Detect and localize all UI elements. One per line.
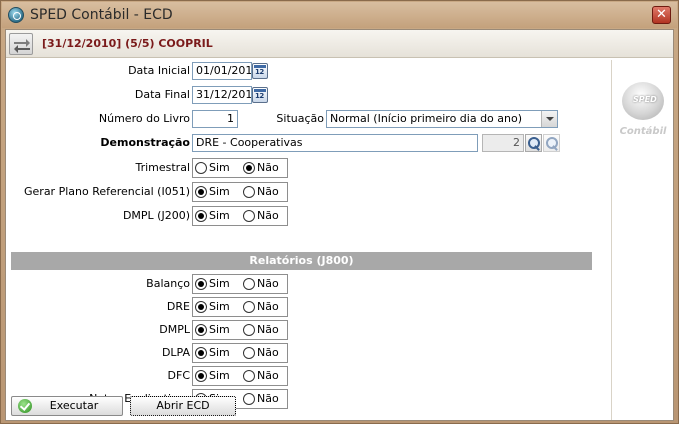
numero-livro-label: Número do Livro <box>98 112 190 125</box>
trimestral-nao-radio[interactable] <box>243 162 255 174</box>
search-icon[interactable] <box>525 134 542 152</box>
sped-logo-text: Contábil <box>619 126 667 137</box>
balanco-label: Balanço <box>146 277 190 290</box>
swap-arrows-icon <box>14 39 30 53</box>
situacao-label: Situação <box>276 112 324 125</box>
dropdown-arrow-icon[interactable] <box>541 111 557 127</box>
header-bar: [31/12/2010] (5/5) COOPRIL <box>6 30 673 58</box>
calendar-icon[interactable]: 12 <box>252 87 268 103</box>
dmpl-nao-radio[interactable] <box>243 324 255 336</box>
radio-label: Não <box>257 300 279 313</box>
notas-explicativas-nao-radio[interactable] <box>243 393 255 405</box>
trimestral-label: Trimestral <box>135 161 190 174</box>
radio-label: Sim <box>209 300 230 313</box>
dmpl-label: DMPL <box>159 323 190 336</box>
dfc-nao-radio[interactable] <box>243 370 255 382</box>
dlpa-radiogroup: Sim Não <box>192 343 288 363</box>
radio-label: Sim <box>209 277 230 290</box>
dialog-client: [31/12/2010] (5/5) COOPRIL Data Inicial … <box>5 29 674 421</box>
title-bar[interactable]: SPED Contábil - ECD ✕ <box>2 2 677 28</box>
calendar-icon[interactable]: 12 <box>252 63 268 79</box>
close-button[interactable]: ✕ <box>652 6 671 24</box>
executar-label: Executar <box>49 399 99 412</box>
calendar-icon-text: 12 <box>255 92 264 100</box>
radio-label: Sim <box>209 369 230 382</box>
data-inicial-input[interactable]: 01/01/2010 <box>192 62 252 80</box>
sped-logo-disc: SPED <box>622 82 664 120</box>
balanco-sim-radio[interactable] <box>195 278 207 290</box>
radio-label: Sim <box>209 161 230 174</box>
sped-logo-badge: SPED <box>633 95 657 104</box>
balanco-radiogroup: Sim Não <box>192 274 288 294</box>
window-title: SPED Contábil - ECD <box>30 7 173 23</box>
radio-label: Não <box>257 392 279 405</box>
trimestral-radiogroup: Sim Não <box>192 158 288 178</box>
dre-sim-radio[interactable] <box>195 301 207 313</box>
dfc-label: DFC <box>167 369 190 382</box>
data-inicial-label: Data Inicial <box>128 64 190 77</box>
numero-livro-input[interactable]: 1 <box>192 110 238 128</box>
dfc-radiogroup: Sim Não <box>192 366 288 386</box>
ecd-form: Data Inicial 01/01/2010 12 Data Final 31… <box>6 60 610 420</box>
plano-referencial-sim-radio[interactable] <box>195 186 207 198</box>
relatorios-section-header: Relatórios (J800) <box>11 252 592 270</box>
radio-label: Não <box>257 323 279 336</box>
dre-label: DRE <box>166 300 190 313</box>
radio-label: Não <box>257 369 279 382</box>
dre-nao-radio[interactable] <box>243 301 255 313</box>
radio-label: Sim <box>209 323 230 336</box>
plano-referencial-nao-radio[interactable] <box>243 186 255 198</box>
dfc-sim-radio[interactable] <box>195 370 207 382</box>
radio-label: Não <box>257 185 279 198</box>
plano-referencial-label: Gerar Plano Referencial (I051) <box>24 185 190 198</box>
radio-label: Não <box>257 161 279 174</box>
period-company-header: [31/12/2010] (5/5) COOPRIL <box>42 37 213 50</box>
calendar-icon-text: 12 <box>255 68 264 76</box>
sped-logo: SPED <box>620 80 668 128</box>
radio-label: Sim <box>209 209 230 222</box>
radio-label: Não <box>257 277 279 290</box>
app-icon <box>8 7 24 23</box>
radio-label: Não <box>257 209 279 222</box>
dlpa-nao-radio[interactable] <box>243 347 255 359</box>
dmpl-j200-label: DMPL (J200) <box>122 209 190 222</box>
plano-referencial-radiogroup: Sim Não <box>192 182 288 202</box>
dlpa-sim-radio[interactable] <box>195 347 207 359</box>
abrir-ecd-button[interactable]: Abrir ECD <box>130 396 236 416</box>
demonstracao-label: Demonstração <box>100 136 190 149</box>
balanco-nao-radio[interactable] <box>243 278 255 290</box>
trimestral-sim-radio[interactable] <box>195 162 207 174</box>
radio-label: Não <box>257 346 279 359</box>
search-icon[interactable] <box>543 134 560 152</box>
dmpl-sim-radio[interactable] <box>195 324 207 336</box>
data-final-input[interactable]: 31/12/2010 <box>192 86 252 104</box>
demonstracao-input[interactable]: DRE - Cooperativas <box>192 134 478 152</box>
close-icon: ✕ <box>656 7 667 22</box>
check-icon <box>18 399 32 413</box>
radio-label: Sim <box>209 185 230 198</box>
dmpl-j200-radiogroup: Sim Não <box>192 206 288 226</box>
data-final-label: Data Final <box>134 88 190 101</box>
radio-label: Sim <box>209 346 230 359</box>
dre-radiogroup: Sim Não <box>192 297 288 317</box>
dmpl-radiogroup: Sim Não <box>192 320 288 340</box>
situacao-select[interactable]: Normal (Início primeiro dia do ano) <box>326 110 558 128</box>
demonstracao-code: 2 <box>482 134 524 152</box>
executar-button[interactable]: Executar <box>11 396 123 416</box>
situacao-value: Normal (Início primeiro dia do ano) <box>330 112 523 125</box>
swap-company-button[interactable] <box>9 33 33 55</box>
window: SPED Contábil - ECD ✕ [31/12/2010] (5/5)… <box>0 0 679 424</box>
logo-panel: SPED Contábil <box>611 60 673 420</box>
dlpa-label: DLPA <box>161 346 190 359</box>
dmpl-j200-nao-radio[interactable] <box>243 210 255 222</box>
dmpl-j200-sim-radio[interactable] <box>195 210 207 222</box>
